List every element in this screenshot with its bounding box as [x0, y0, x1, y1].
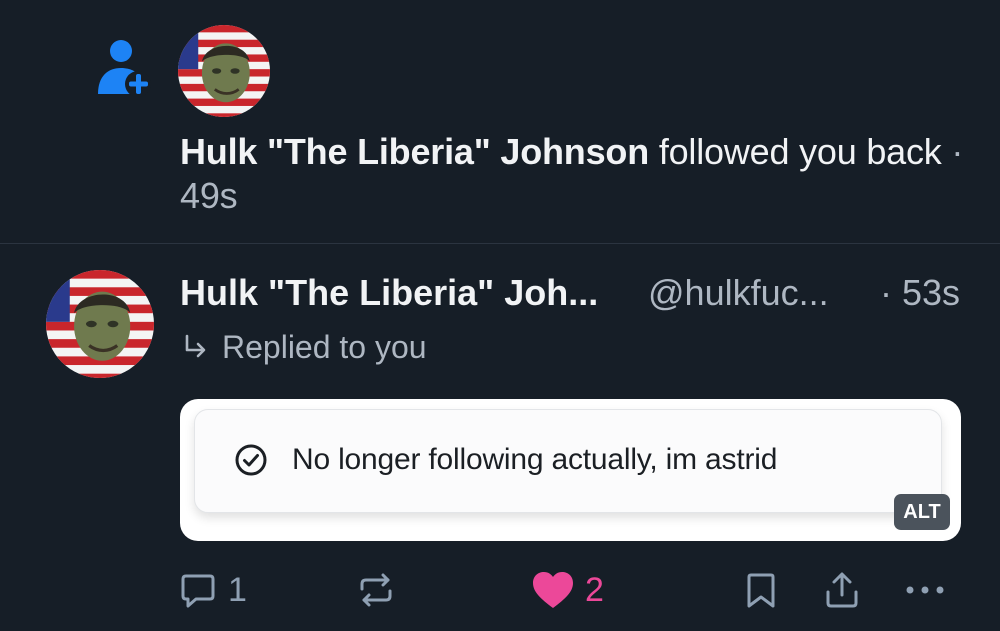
- share-button[interactable]: [822, 568, 862, 612]
- divider: [0, 243, 1000, 244]
- timestamp: 49s: [180, 175, 238, 216]
- alt-badge[interactable]: ALT: [894, 494, 950, 530]
- embedded-image[interactable]: No longer following actually, im astrid …: [180, 399, 961, 541]
- bookmark-button[interactable]: [741, 568, 781, 612]
- post-avatar[interactable]: [46, 270, 154, 378]
- post-timestamp[interactable]: · 53s: [880, 270, 960, 316]
- separator: ·: [951, 131, 964, 172]
- more-icon: [906, 586, 944, 594]
- check-circle-icon: [235, 444, 267, 476]
- notifications-feed: Hulk "The Liberia" Johnson followed you …: [0, 0, 1000, 631]
- bookmark-icon: [747, 573, 775, 608]
- reply-button[interactable]: 1: [178, 568, 247, 612]
- post-author-handle[interactable]: @hulkfuc...: [648, 270, 829, 316]
- post-actions: 1 2: [0, 560, 1000, 620]
- avatar[interactable]: [178, 25, 270, 117]
- reply-indicator: Replied to you: [180, 326, 427, 368]
- reply-count: 1: [228, 571, 247, 609]
- reply-arrow-icon: [185, 334, 206, 358]
- share-icon: [826, 572, 858, 608]
- like-button[interactable]: 2: [531, 568, 604, 612]
- post-author-name[interactable]: Hulk "The Liberia" Joh...: [180, 270, 598, 316]
- post-header: Hulk "The Liberia" Joh... @hulkfuc... · …: [180, 270, 970, 316]
- comment-icon: [181, 574, 215, 608]
- repost-icon: [360, 573, 392, 607]
- avatar-image: [46, 270, 154, 378]
- like-count: 2: [585, 571, 604, 609]
- embedded-text: No longer following actually, im astrid: [292, 443, 778, 476]
- action-text-cont: back: [866, 131, 942, 172]
- repost-button[interactable]: [356, 568, 396, 612]
- person-plus-icon: [98, 40, 151, 97]
- follow-notification-text: Hulk "The Liberia" Johnson followed you …: [180, 130, 970, 218]
- heart-icon: [533, 572, 573, 608]
- avatar-image: [178, 25, 270, 117]
- actor-name[interactable]: Hulk "The Liberia" Johnson: [180, 131, 649, 172]
- more-options-button[interactable]: [903, 568, 947, 612]
- action-text: followed you: [658, 131, 857, 172]
- reply-label: Replied to you: [222, 329, 427, 365]
